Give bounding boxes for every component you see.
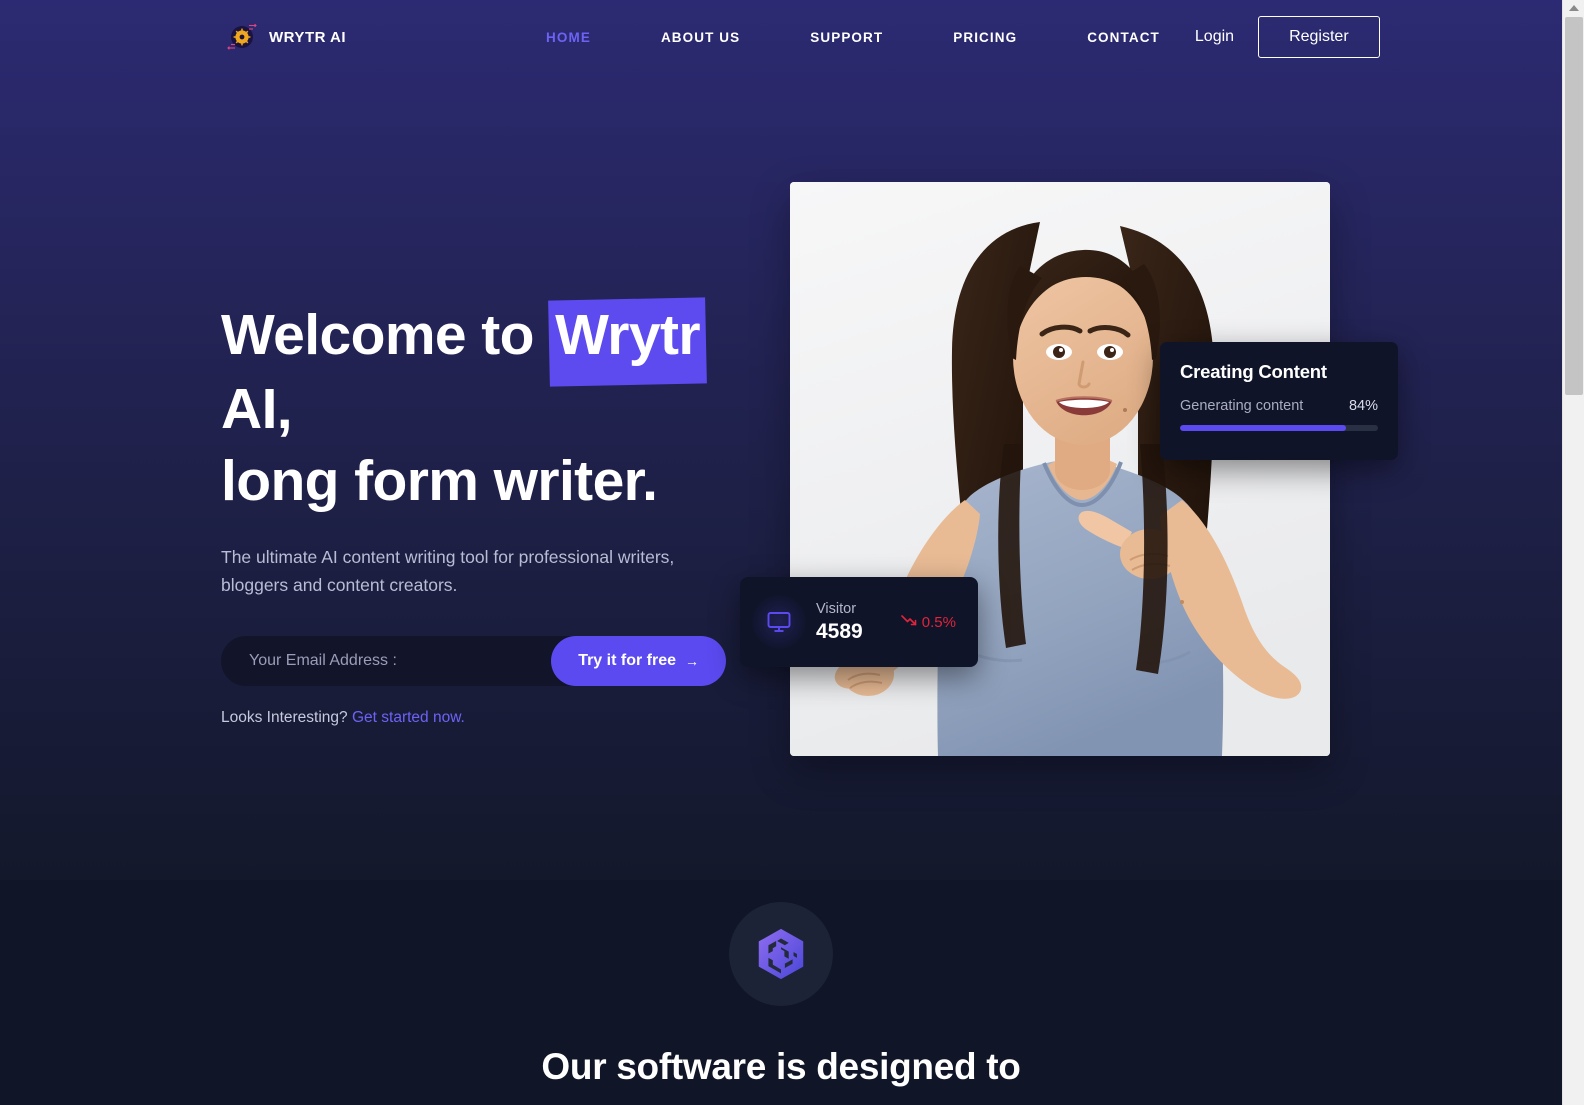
creating-content-status-row: Generating content 84%: [1180, 398, 1378, 414]
try-it-free-label: Try it for free: [578, 652, 676, 669]
navbar: WRYTR AI HOME ABOUT US SUPPORT PRICING C…: [0, 0, 1562, 74]
scrollbar-thumb[interactable]: [1565, 17, 1583, 395]
page-canvas: WRYTR AI HOME ABOUT US SUPPORT PRICING C…: [0, 0, 1562, 1105]
hero-headline: Welcome to Wrytr AI, long form writer.: [221, 297, 751, 517]
visitor-delta-value: 0.5%: [921, 613, 956, 631]
features-section: Our software is designed to: [0, 880, 1562, 1105]
features-heading: Our software is designed to: [541, 1046, 1021, 1087]
hero-copy: Welcome to Wrytr AI, long form writer. T…: [221, 297, 751, 727]
headline-line2: long form writer.: [221, 449, 658, 513]
email-signup-form: Try it for free →: [221, 636, 726, 686]
hero-subheading: The ultimate AI content writing tool for…: [221, 547, 675, 595]
progress-bar-track: [1180, 425, 1378, 431]
creating-content-card: Creating Content Generating content 84%: [1160, 342, 1398, 460]
register-button[interactable]: Register: [1258, 16, 1380, 58]
visitor-value: 4589: [816, 620, 863, 643]
trend-down-icon: [900, 613, 917, 631]
nav-links: HOME ABOUT US SUPPORT PRICING CONTACT: [511, 22, 1195, 53]
brand-logo[interactable]: WRYTR AI: [225, 20, 346, 54]
scroll-up-arrow-icon[interactable]: [1563, 0, 1584, 15]
creating-content-status-label: Generating content: [1180, 398, 1304, 414]
visitor-label: Visitor: [816, 601, 857, 617]
creating-content-title: Creating Content: [1180, 361, 1327, 382]
login-link[interactable]: Login: [1195, 28, 1234, 46]
try-it-free-button[interactable]: Try it for free →: [551, 636, 726, 686]
visitor-delta: 0.5%: [900, 613, 962, 631]
nav-item-home[interactable]: HOME: [511, 22, 626, 53]
hero-section: Welcome to Wrytr AI, long form writer. T…: [0, 74, 1562, 880]
interest-prefix: Looks Interesting?: [221, 709, 348, 726]
progress-bar-fill: [1180, 425, 1347, 431]
visitor-text: Visitor 4589: [816, 599, 863, 645]
hero-photo: [790, 182, 1330, 756]
headline-part1: Welcome to: [221, 303, 534, 367]
nav-item-about-us[interactable]: ABOUT US: [626, 22, 775, 53]
get-started-link[interactable]: Get started now.: [352, 709, 465, 726]
browser-viewport: WRYTR AI HOME ABOUT US SUPPORT PRICING C…: [0, 0, 1584, 1105]
page-scrollbar[interactable]: [1562, 0, 1584, 1105]
get-started-line: Looks Interesting? Get started now.: [221, 709, 751, 727]
headline-highlight: Wrytr: [549, 297, 706, 373]
gear-ai-logo-icon: [225, 20, 259, 54]
nav-actions: Login Register: [1195, 16, 1380, 58]
brand-name: WRYTR AI: [269, 28, 347, 46]
hex-cube-icon: [729, 902, 833, 1006]
arrow-right-icon: →: [685, 653, 699, 669]
nav-item-pricing[interactable]: PRICING: [918, 22, 1052, 53]
nav-item-contact[interactable]: CONTACT: [1052, 22, 1195, 53]
visitor-stat-card: Visitor 4589 0.5%: [740, 577, 978, 667]
hero-visual: Creating Content Generating content 84%: [740, 182, 1398, 756]
monitor-icon: [752, 595, 806, 649]
nav-item-support[interactable]: SUPPORT: [775, 22, 918, 53]
creating-content-percent: 84%: [1348, 398, 1378, 414]
headline-part2: AI,: [221, 377, 293, 441]
